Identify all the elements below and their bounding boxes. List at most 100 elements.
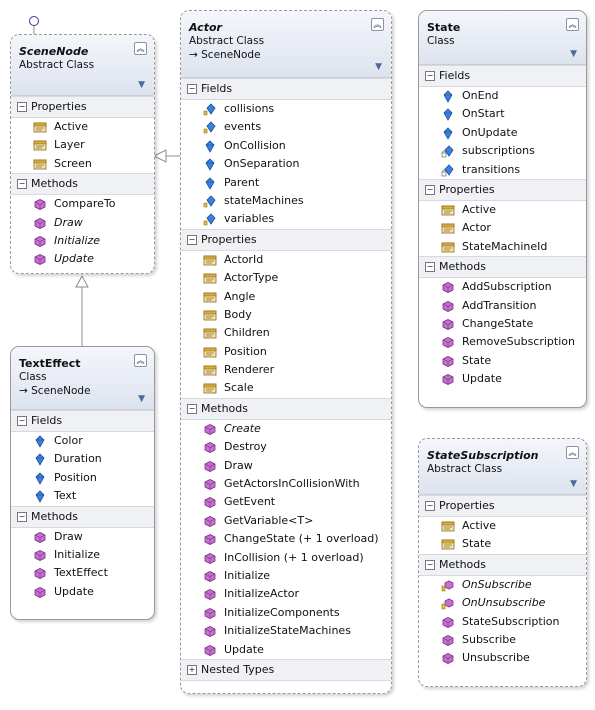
method-item[interactable]: Destroy xyxy=(181,438,391,456)
field-item[interactable]: Duration xyxy=(11,450,154,468)
section-nested-types[interactable]: + Nested Types xyxy=(181,658,391,681)
method-item[interactable]: Subscribe xyxy=(419,631,586,649)
section-methods[interactable]: − Methods xyxy=(419,553,586,576)
section-toggle-icon[interactable]: − xyxy=(187,84,197,94)
field-item[interactable]: Parent xyxy=(181,174,391,192)
section-methods[interactable]: − Methods xyxy=(11,173,154,196)
field-item[interactable]: stateMachines xyxy=(181,192,391,210)
property-item[interactable]: Active xyxy=(11,118,154,136)
property-item[interactable]: Screen xyxy=(11,155,154,173)
filter-icon[interactable]: ▼ xyxy=(375,62,382,72)
section-toggle-icon[interactable]: − xyxy=(425,559,435,570)
method-item[interactable]: ChangeState (+ 1 overload) xyxy=(181,530,391,548)
section-properties[interactable]: − Properties xyxy=(419,178,586,201)
method-item[interactable]: Initialize xyxy=(11,232,154,250)
section-toggle-icon[interactable]: − xyxy=(425,262,435,273)
collapse-icon[interactable]: ︽ xyxy=(566,18,579,31)
class-scenenode[interactable]: SceneNode Abstract Class ︽ ▼ − Propertie… xyxy=(10,34,155,274)
section-toggle-icon[interactable]: − xyxy=(425,501,435,511)
property-item[interactable]: Active xyxy=(419,201,586,219)
section-toggle-icon[interactable]: − xyxy=(425,71,435,81)
method-item[interactable]: TextEffect xyxy=(11,564,154,582)
property-item[interactable]: StateMachineId xyxy=(419,238,586,256)
property-item[interactable]: Scale xyxy=(181,379,391,397)
section-toggle-icon[interactable]: − xyxy=(17,511,27,522)
method-item[interactable]: Update xyxy=(419,370,586,388)
class-header[interactable]: TextEffect Class → SceneNode ︽ ▼ xyxy=(11,347,154,410)
property-item[interactable]: State xyxy=(419,535,586,553)
field-item[interactable]: collisions xyxy=(181,100,391,118)
method-item[interactable]: Update xyxy=(181,641,391,659)
field-item[interactable]: OnEnd xyxy=(419,87,586,105)
method-item[interactable]: AddSubscription xyxy=(419,278,586,296)
section-methods[interactable]: − Methods xyxy=(181,397,391,420)
collapse-icon[interactable]: ︽ xyxy=(566,446,579,459)
collapse-icon[interactable]: ︽ xyxy=(134,354,147,367)
section-toggle-icon[interactable]: − xyxy=(17,102,27,112)
field-item[interactable]: transitions xyxy=(419,161,586,179)
class-state[interactable]: State Class ︽ ▼ − Fields OnEnd OnStart OnU… xyxy=(418,10,587,408)
section-toggle-icon[interactable]: − xyxy=(17,416,27,426)
method-item[interactable]: Draw xyxy=(11,214,154,232)
method-item[interactable]: InitializeComponents xyxy=(181,604,391,622)
section-properties[interactable]: − Properties xyxy=(11,96,154,118)
property-item[interactable]: Renderer xyxy=(181,361,391,379)
method-item[interactable]: GetVariable<T> xyxy=(181,512,391,530)
property-item[interactable]: Body xyxy=(181,306,391,324)
field-item[interactable]: Color xyxy=(11,432,154,450)
filter-icon[interactable]: ▼ xyxy=(570,479,577,489)
property-item[interactable]: Position xyxy=(181,343,391,361)
method-item[interactable]: GetEvent xyxy=(181,493,391,511)
section-toggle-icon[interactable]: + xyxy=(187,664,197,675)
method-item[interactable]: InCollision (+ 1 overload) xyxy=(181,549,391,567)
filter-icon[interactable]: ▼ xyxy=(138,394,145,404)
class-header[interactable]: Actor Abstract Class → SceneNode ︽ ▼ xyxy=(181,11,391,78)
field-item[interactable]: OnStart xyxy=(419,105,586,123)
method-item[interactable]: ChangeState xyxy=(419,315,586,333)
section-properties[interactable]: − Properties xyxy=(419,495,586,517)
section-properties[interactable]: − Properties xyxy=(181,228,391,251)
section-toggle-icon[interactable]: − xyxy=(187,234,197,245)
property-item[interactable]: Layer xyxy=(11,136,154,154)
method-item[interactable]: OnUnsubscribe xyxy=(419,594,586,612)
section-toggle-icon[interactable]: − xyxy=(17,179,27,190)
method-item[interactable]: InitializeActor xyxy=(181,585,391,603)
method-item[interactable]: Update xyxy=(11,583,154,601)
field-item[interactable]: OnCollision xyxy=(181,137,391,155)
collapse-icon[interactable]: ︽ xyxy=(371,18,384,31)
method-item[interactable]: Draw xyxy=(181,457,391,475)
method-item[interactable]: InitializeStateMachines xyxy=(181,622,391,640)
method-item[interactable]: Unsubscribe xyxy=(419,649,586,667)
collapse-icon[interactable]: ︽ xyxy=(134,42,147,55)
method-item[interactable]: GetActorsInCollisionWith xyxy=(181,475,391,493)
field-item[interactable]: Position xyxy=(11,469,154,487)
property-item[interactable]: ActorId xyxy=(181,251,391,269)
method-item[interactable]: Update xyxy=(11,250,154,268)
method-item[interactable]: Initialize xyxy=(181,567,391,585)
section-methods[interactable]: − Methods xyxy=(11,505,154,528)
property-item[interactable]: Active xyxy=(419,517,586,535)
field-item[interactable]: variables xyxy=(181,210,391,228)
field-item[interactable]: events xyxy=(181,118,391,136)
section-toggle-icon[interactable]: − xyxy=(187,403,197,414)
property-item[interactable]: Angle xyxy=(181,288,391,306)
method-item[interactable]: AddTransition xyxy=(419,297,586,315)
class-actor[interactable]: Actor Abstract Class → SceneNode ︽ ▼ − F… xyxy=(180,10,392,694)
field-item[interactable]: OnUpdate xyxy=(419,124,586,142)
method-item[interactable]: Create xyxy=(181,420,391,438)
field-item[interactable]: OnSeparation xyxy=(181,155,391,173)
field-item[interactable]: Text xyxy=(11,487,154,505)
class-header[interactable]: SceneNode Abstract Class ︽ ▼ xyxy=(11,35,154,96)
property-item[interactable]: ActorType xyxy=(181,269,391,287)
class-statesubscription[interactable]: StateSubscription Abstract Class ︽ ▼ − P… xyxy=(418,438,587,687)
property-item[interactable]: Actor xyxy=(419,219,586,237)
section-methods[interactable]: − Methods xyxy=(419,256,586,279)
method-item[interactable]: RemoveSubscription xyxy=(419,333,586,351)
filter-icon[interactable]: ▼ xyxy=(138,80,145,90)
method-item[interactable]: OnSubscribe xyxy=(419,576,586,594)
section-toggle-icon[interactable]: − xyxy=(425,184,435,195)
method-item[interactable]: CompareTo xyxy=(11,195,154,213)
method-item[interactable]: Draw xyxy=(11,528,154,546)
method-item[interactable]: Initialize xyxy=(11,546,154,564)
section-fields[interactable]: − Fields xyxy=(181,78,391,100)
